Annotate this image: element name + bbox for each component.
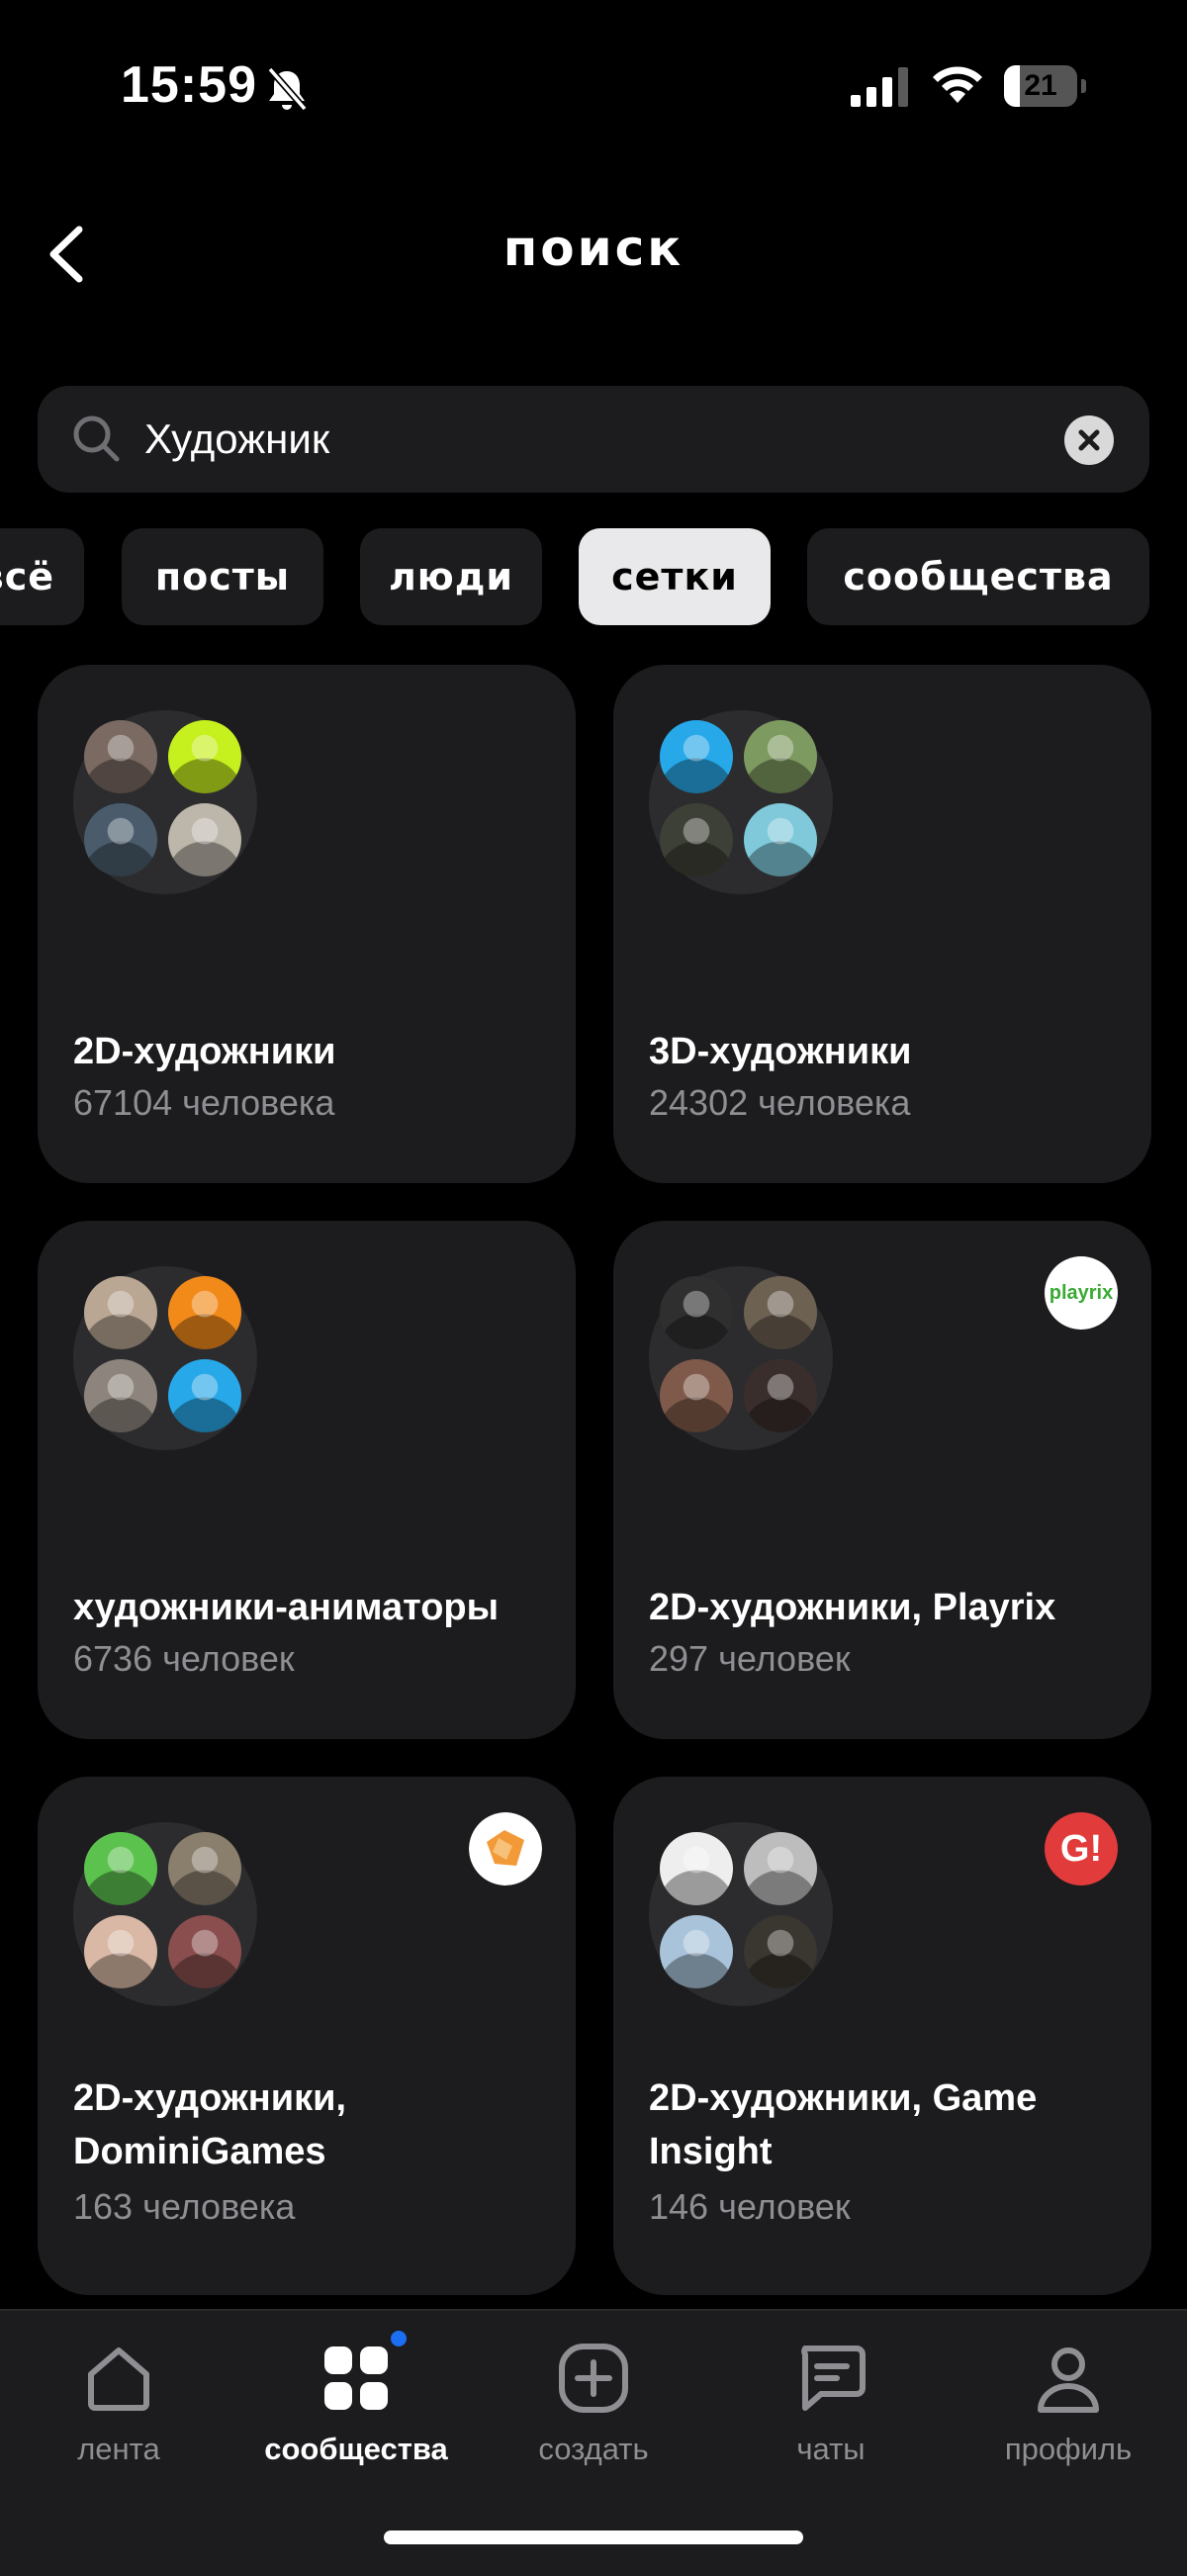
filter-chip-people[interactable]: люди xyxy=(360,528,542,625)
avatar xyxy=(744,1832,817,1905)
search-bar[interactable] xyxy=(38,386,1149,493)
chat-icon xyxy=(801,2346,866,2411)
filter-chip-posts[interactable]: посты xyxy=(122,528,323,625)
card-member-count: 24302 человека xyxy=(649,1082,911,1123)
avatar xyxy=(84,1832,157,1905)
avatar xyxy=(84,1915,157,1988)
card-member-count: 146 человек xyxy=(649,2186,851,2227)
tab-label: сообщества xyxy=(264,2432,448,2466)
avatar xyxy=(168,803,241,876)
grid-card[interactable]: G! 2D-художники, Game Insight 146 челове… xyxy=(613,1777,1151,2295)
avatar xyxy=(744,1359,817,1432)
game-insight-logo: G! xyxy=(1045,1812,1118,1886)
tab-label: создать xyxy=(538,2432,649,2466)
avatar xyxy=(660,1832,733,1905)
card-title: 2D-художники, Game Insight xyxy=(649,2077,1038,2172)
avatar xyxy=(168,1359,241,1432)
filter-chip-all[interactable]: всё xyxy=(0,528,84,625)
plus-square-icon xyxy=(559,2344,628,2413)
avatar xyxy=(744,803,817,876)
bell-muted-icon xyxy=(267,66,308,112)
card-member-count: 297 человек xyxy=(649,1638,851,1679)
clear-search-icon[interactable] xyxy=(1064,415,1114,465)
tab-create[interactable]: создать xyxy=(475,2311,712,2509)
avatar xyxy=(84,803,157,876)
avatar xyxy=(168,1832,241,1905)
avatar xyxy=(168,1915,241,1988)
tab-communities[interactable]: сообщества xyxy=(237,2311,475,2509)
page-title: поиск xyxy=(502,220,685,277)
card-title: 2D-художники, Playrix xyxy=(649,1587,1056,1628)
playrix-logo: playrix xyxy=(1045,1256,1118,1330)
avatar xyxy=(168,720,241,793)
card-member-count: 67104 человека xyxy=(73,1082,335,1123)
avatar xyxy=(660,720,733,793)
search-input[interactable] xyxy=(144,404,1054,475)
avatar-cluster xyxy=(649,1266,833,1450)
grid-card[interactable]: 2D-художники, DominiGames 163 человека xyxy=(38,1777,576,2295)
avatar-cluster xyxy=(649,1822,833,2006)
card-member-count: 6736 человек xyxy=(73,1638,295,1679)
filter-chip-grids[interactable]: сетки xyxy=(579,528,771,625)
home-indicator xyxy=(384,2530,803,2544)
status-bar: 15:59 21 xyxy=(0,0,1187,178)
status-time: 15:59 xyxy=(121,56,257,114)
card-member-count: 163 человека xyxy=(73,2186,296,2227)
avatar xyxy=(84,720,157,793)
avatar xyxy=(84,1359,157,1432)
playrix-logo-text: playrix xyxy=(1049,1282,1114,1304)
card-title: 2D-художники xyxy=(73,1031,336,1072)
tab-feed[interactable]: лента xyxy=(0,2311,237,2509)
battery-icon: 21 xyxy=(1004,65,1086,107)
grid-card[interactable]: художники-аниматоры 6736 человек xyxy=(38,1221,576,1739)
avatar xyxy=(660,1915,733,1988)
avatar-cluster xyxy=(73,710,257,894)
tab-label: чаты xyxy=(796,2432,866,2466)
avatar-cluster xyxy=(73,1822,257,2006)
tab-label: профиль xyxy=(1004,2432,1133,2466)
card-title: 3D-художники xyxy=(649,1031,912,1072)
card-title: художники-аниматоры xyxy=(73,1587,500,1628)
avatar xyxy=(660,1276,733,1349)
signal-icon xyxy=(851,67,908,107)
grid-card[interactable]: 3D-художники 24302 человека xyxy=(613,665,1151,1183)
avatar-cluster xyxy=(73,1266,257,1450)
card-title: 2D-художники, DominiGames xyxy=(73,2077,347,2172)
avatar-cluster xyxy=(649,710,833,894)
avatar xyxy=(84,1276,157,1349)
grid-card[interactable]: playrix 2D-художники, Playrix 297 челове… xyxy=(613,1221,1151,1739)
tab-profile[interactable]: профиль xyxy=(950,2311,1187,2509)
filter-chip-communities[interactable]: сообщества xyxy=(807,528,1149,625)
tab-label: лента xyxy=(77,2432,160,2466)
grid-icon xyxy=(324,2346,388,2410)
filter-chips: всё посты люди сетки сообщества xyxy=(0,528,1187,625)
avatar xyxy=(744,720,817,793)
avatar xyxy=(744,1276,817,1349)
game-insight-logo-text: G! xyxy=(1059,1828,1103,1870)
avatar xyxy=(744,1915,817,1988)
avatar xyxy=(660,803,733,876)
grid-card[interactable]: 2D-художники 67104 человека xyxy=(38,665,576,1183)
notification-dot xyxy=(391,2331,407,2346)
wifi-icon xyxy=(933,66,982,103)
search-icon xyxy=(73,415,120,462)
avatar xyxy=(660,1359,733,1432)
dominigames-logo xyxy=(469,1812,542,1886)
battery-percent: 21 xyxy=(1024,69,1057,102)
tab-chats[interactable]: чаты xyxy=(712,2311,950,2509)
home-icon xyxy=(88,2347,149,2411)
profile-icon xyxy=(1038,2347,1099,2413)
avatar xyxy=(168,1276,241,1349)
